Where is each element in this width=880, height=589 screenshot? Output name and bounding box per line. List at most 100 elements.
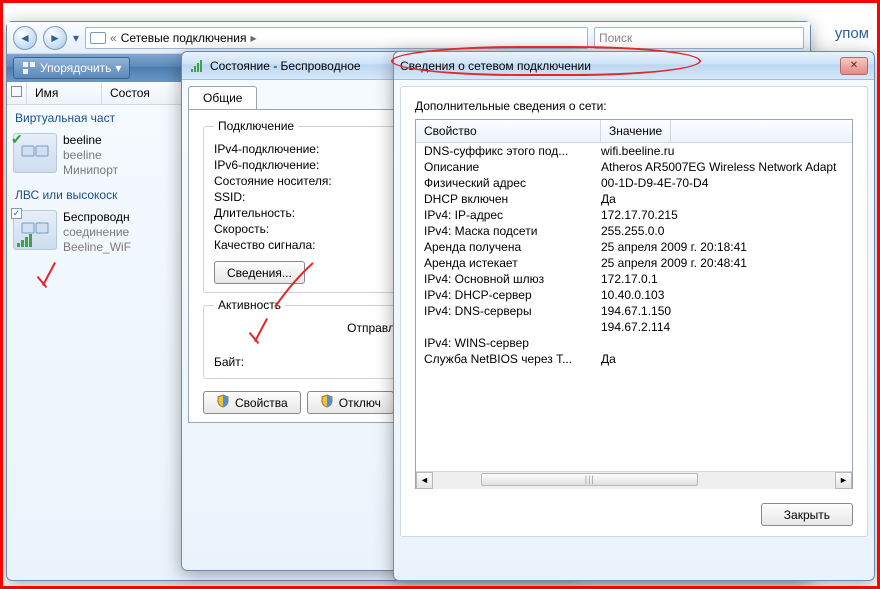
property-value: Да (601, 192, 616, 206)
connection-sub1: beeline (63, 148, 118, 163)
properties-button[interactable]: Свойства (203, 391, 301, 414)
close-button[interactable]: ✕ (840, 57, 868, 75)
property-row[interactable]: DNS-суффикс этого под...wifi.beeline.ru (424, 143, 844, 159)
property-row[interactable]: 194.67.2.114 (424, 319, 844, 335)
lbl-speed: Скорость: (214, 222, 269, 236)
check-icon: ✔ (11, 131, 23, 148)
property-row[interactable]: ОписаниеAtheros AR5007EG Wireless Networ… (424, 159, 844, 175)
scroll-thumb[interactable]: ||| (481, 473, 698, 486)
dropdown-icon[interactable]: ▾ (73, 31, 79, 45)
property-value: 255.255.0.0 (601, 224, 664, 238)
property-header: Свойство Значение (416, 120, 852, 143)
forward-button[interactable]: ► (43, 26, 67, 50)
property-value: 10.40.0.103 (601, 288, 664, 302)
property-value: 25 апреля 2009 г. 20:48:41 (601, 256, 747, 270)
properties-label: Свойства (235, 396, 288, 410)
lbl-ipv4: IPv4-подключение: (214, 142, 319, 156)
connection-sub2: Минипорт (63, 163, 118, 178)
check-icon: ✓ (11, 208, 22, 219)
property-row[interactable]: Служба NetBIOS через T...Да (424, 351, 844, 367)
property-key: Аренда истекает (424, 256, 601, 270)
scroll-track[interactable]: ||| (433, 472, 835, 489)
lbl-duration: Длительность: (214, 206, 295, 220)
property-key (424, 320, 601, 334)
property-key: IPv4: DHCP-сервер (424, 288, 601, 302)
back-button[interactable]: ◄ (13, 26, 37, 50)
background-text: упом (835, 25, 869, 42)
group-connection-legend: Подключение (214, 119, 298, 133)
connection-sub1: соединение (63, 225, 131, 240)
property-row[interactable]: DHCP включенДа (424, 191, 844, 207)
property-key: IPv4: IP-адрес (424, 208, 601, 222)
details-window: Сведения о сетевом подключении ✕ Дополни… (393, 51, 875, 581)
property-row[interactable]: IPv4: DNS-серверы194.67.1.150 (424, 303, 844, 319)
horizontal-scrollbar[interactable]: ◄ ||| ► (416, 471, 852, 488)
scroll-left-button[interactable]: ◄ (416, 472, 433, 489)
property-rows: DNS-суффикс этого под...wifi.beeline.ruО… (416, 143, 852, 471)
property-value: 172.17.70.215 (601, 208, 678, 222)
property-row[interactable]: IPv4: Основной шлюз172.17.0.1 (424, 271, 844, 287)
property-row[interactable]: Физический адрес00-1D-D9-4E-70-D4 (424, 175, 844, 191)
status-title: Состояние - Беспроводное (210, 59, 361, 73)
signal-icon (188, 58, 204, 74)
property-value: Да (601, 352, 616, 366)
folder-icon (90, 32, 106, 44)
address-text: Сетевые подключения (121, 31, 247, 45)
disable-button[interactable]: Отключ (307, 391, 394, 414)
organize-button[interactable]: Упорядочить ▾ (13, 57, 130, 79)
property-key: Физический адрес (424, 176, 601, 190)
search-input[interactable]: Поиск (594, 27, 804, 49)
property-row[interactable]: IPv4: IP-адрес172.17.70.215 (424, 207, 844, 223)
connection-title: beeline (63, 133, 118, 148)
details-button[interactable]: Сведения... (214, 261, 305, 284)
disable-label: Отключ (339, 396, 381, 410)
checkbox-column[interactable] (7, 82, 27, 104)
breadcrumb-sep: « (110, 31, 117, 45)
property-row[interactable]: Аренда истекает25 апреля 2009 г. 20:48:4… (424, 255, 844, 271)
property-key: Описание (424, 160, 601, 174)
property-row[interactable]: IPv4: Маска подсети255.255.0.0 (424, 223, 844, 239)
organize-label: Упорядочить (40, 61, 111, 75)
bytes-label: Байт: (214, 355, 244, 369)
col-value[interactable]: Значение (601, 120, 671, 142)
property-key: IPv4: Маска подсети (424, 224, 601, 238)
property-key: IPv4: DNS-серверы (424, 304, 601, 318)
connection-sub2: Beeline_WiF (63, 240, 131, 255)
property-key: Служба NetBIOS через T... (424, 352, 601, 366)
property-value: Atheros AR5007EG Wireless Network Adapt (601, 160, 836, 174)
close-dialog-label: Закрыть (784, 508, 830, 522)
property-key: IPv4: Основной шлюз (424, 272, 601, 286)
lbl-media: Состояние носителя: (214, 174, 332, 188)
property-row[interactable]: IPv4: DHCP-сервер10.40.0.103 (424, 287, 844, 303)
property-value: 194.67.2.114 (601, 320, 670, 334)
group-activity-legend: Активность (214, 298, 285, 312)
lbl-ssid: SSID: (214, 190, 245, 204)
property-key: DHCP включен (424, 192, 601, 206)
property-key: Аренда получена (424, 240, 601, 254)
col-property[interactable]: Свойство (416, 120, 601, 142)
property-grid: Свойство Значение DNS-суффикс этого под.… (415, 119, 853, 489)
connection-icon: ✔ (13, 133, 57, 173)
connection-icon: ✓ (13, 210, 57, 250)
scroll-right-button[interactable]: ► (835, 472, 852, 489)
breadcrumb-chevron-icon[interactable]: ▸ (251, 31, 257, 45)
details-title: Сведения о сетевом подключении (400, 59, 591, 73)
close-dialog-button[interactable]: Закрыть (761, 503, 853, 526)
tab-general[interactable]: Общие (188, 86, 257, 109)
property-key: IPv4: WINS-сервер (424, 336, 601, 350)
property-row[interactable]: IPv4: WINS-сервер (424, 335, 844, 351)
details-button-label: Сведения... (227, 266, 292, 280)
details-subtitle: Дополнительные сведения о сети: (415, 99, 853, 113)
search-placeholder: Поиск (599, 31, 632, 45)
property-value: 00-1D-D9-4E-70-D4 (601, 176, 708, 190)
column-name[interactable]: Имя (27, 82, 102, 104)
organize-icon (22, 61, 36, 75)
property-row[interactable]: Аренда получена25 апреля 2009 г. 20:18:4… (424, 239, 844, 255)
address-bar[interactable]: « Сетевые подключения ▸ (85, 27, 588, 49)
lbl-signal: Качество сигнала: (214, 238, 315, 252)
property-value: 194.67.1.150 (601, 304, 671, 318)
details-titlebar[interactable]: Сведения о сетевом подключении ✕ (394, 52, 874, 80)
lbl-ipv6: IPv6-подключение: (214, 158, 319, 172)
property-value: 172.17.0.1 (601, 272, 658, 286)
details-body: Дополнительные сведения о сети: Свойство… (400, 86, 868, 537)
